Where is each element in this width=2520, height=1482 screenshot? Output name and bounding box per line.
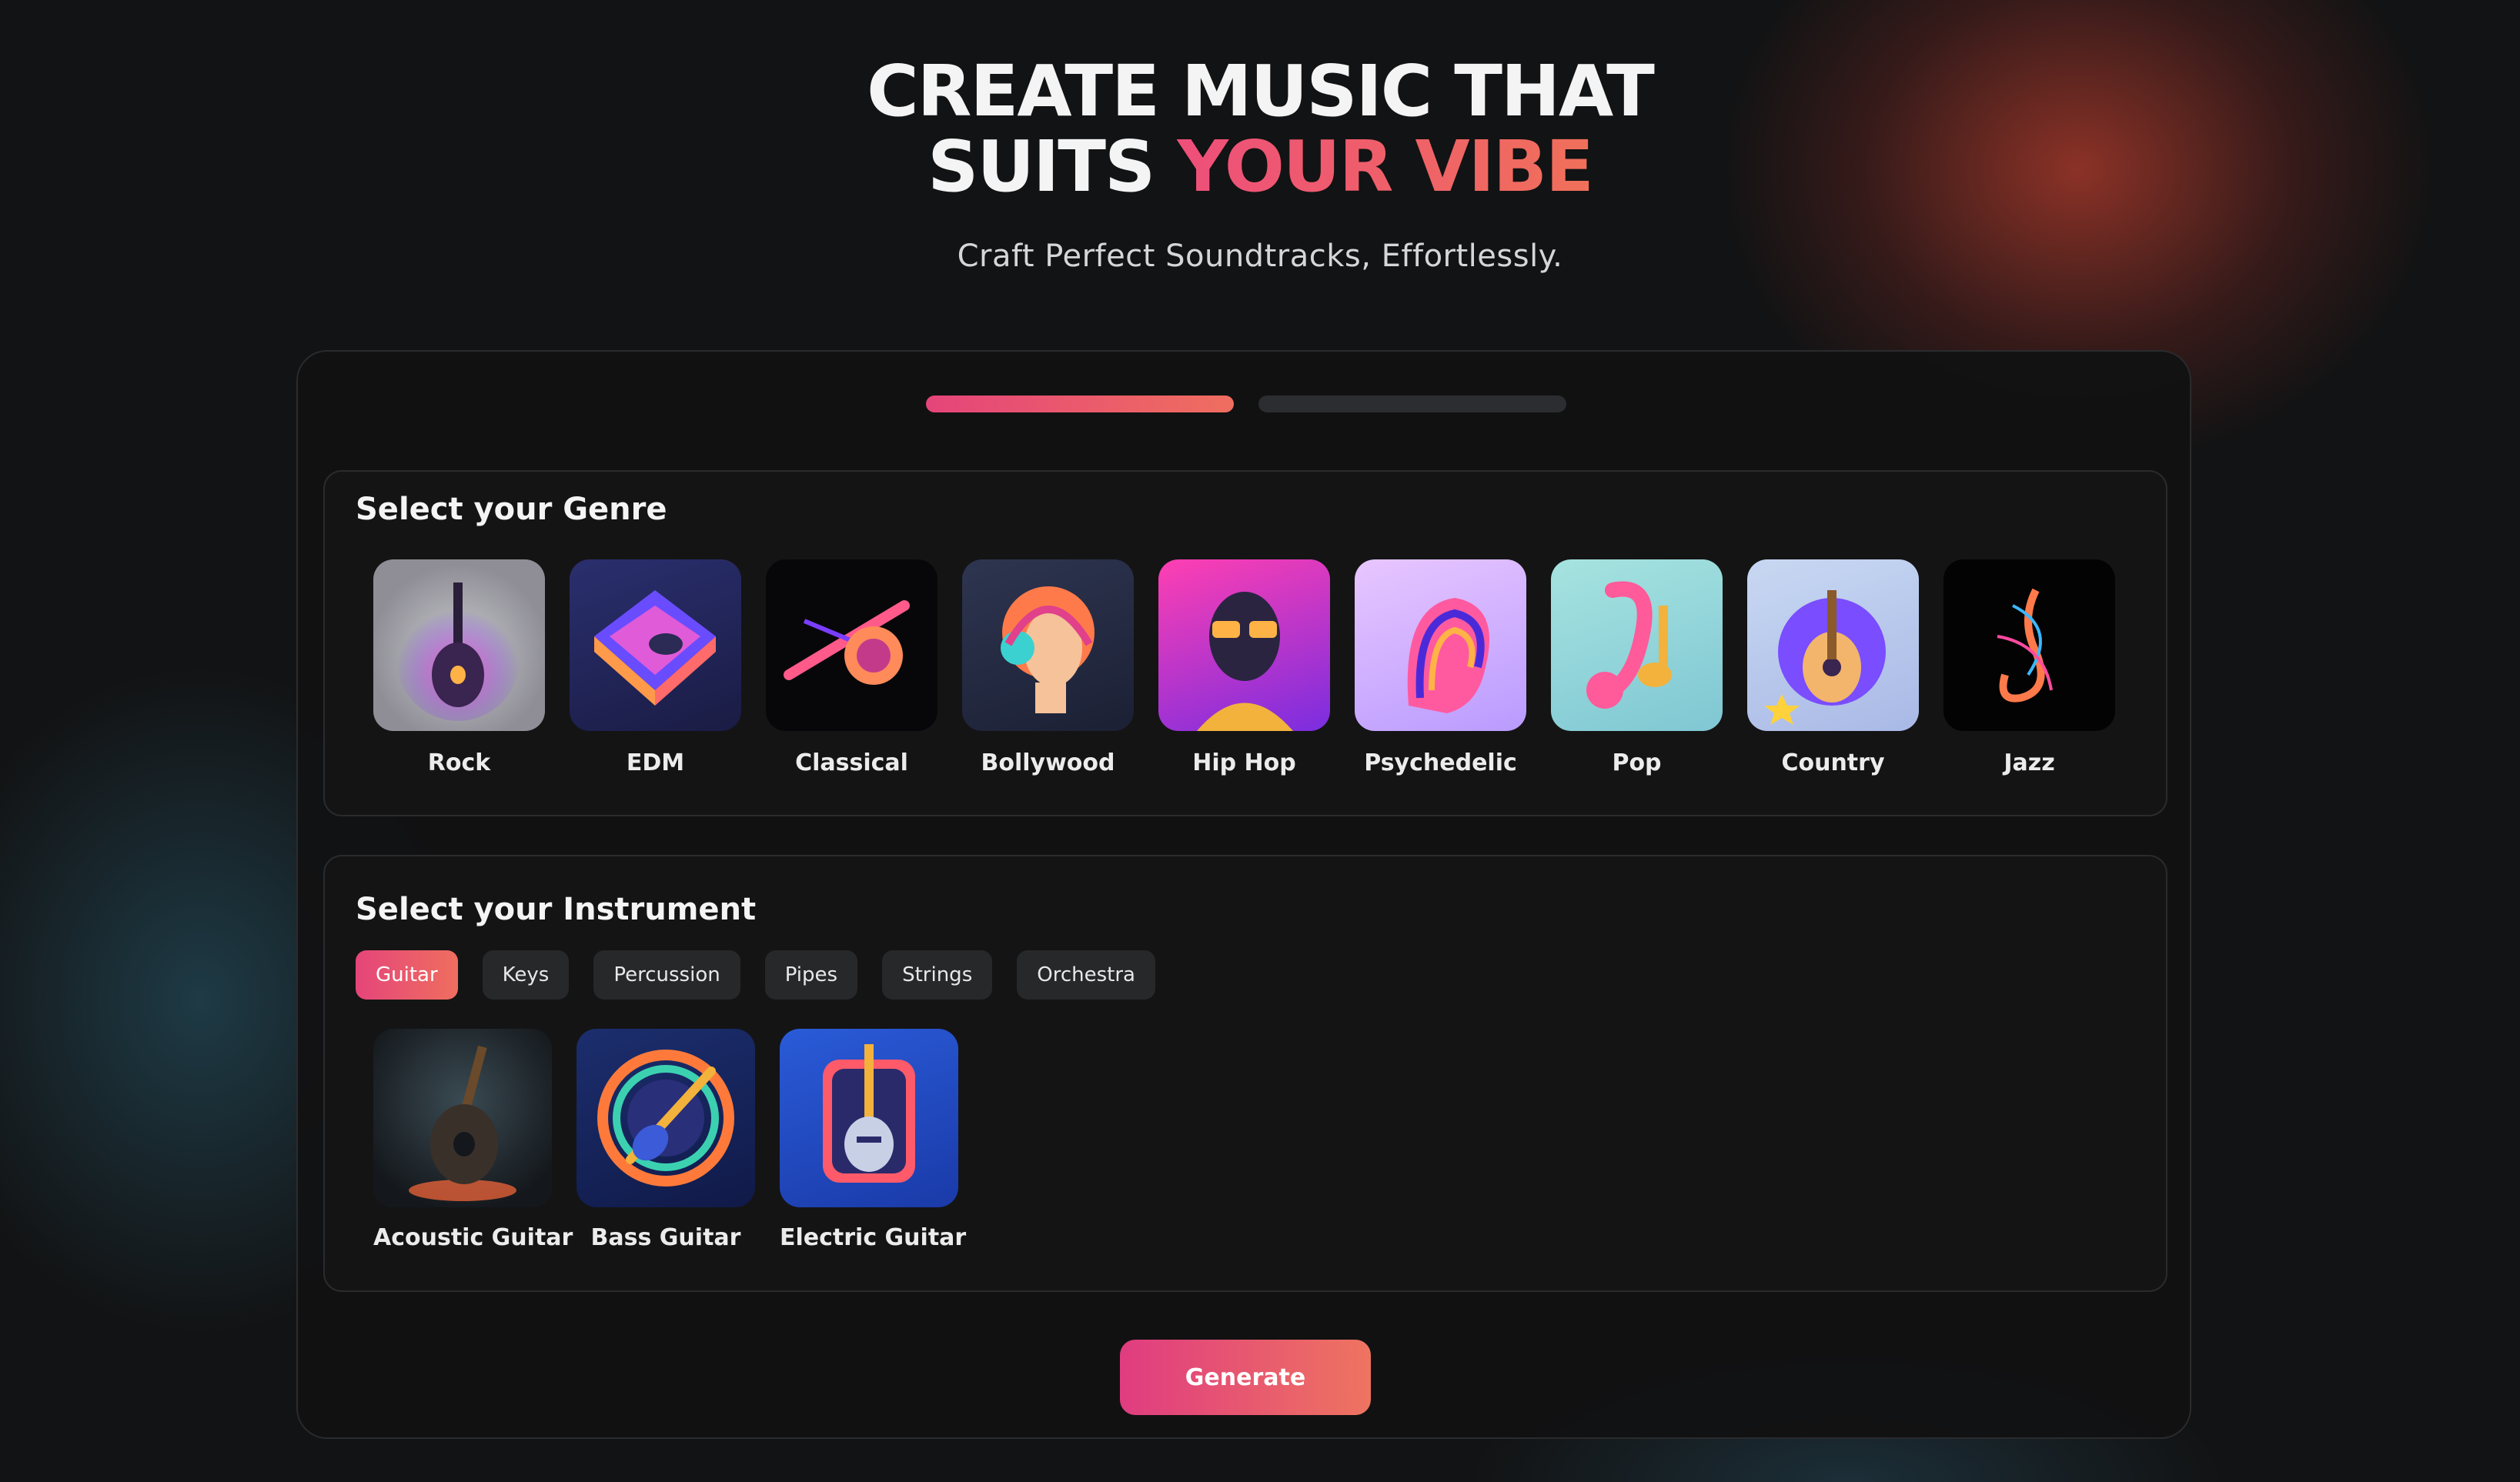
genre-tile-jazz[interactable]: Jazz: [1943, 559, 2115, 776]
instrument-tile-bass-guitar[interactable]: Bass Guitar: [577, 1029, 755, 1251]
classical-violin-icon: [766, 559, 937, 731]
instrument-label: Acoustic Guitar: [373, 1224, 573, 1251]
genre-list: Rock EDM Classical Bollywood Hip Hop Psy…: [373, 559, 2115, 776]
step-progress: [926, 396, 1566, 412]
tab-strings[interactable]: Strings: [882, 950, 993, 1000]
instrument-panel: Select your Instrument Guitar Keys Percu…: [323, 855, 2167, 1292]
page-subtitle: Craft Perfect Soundtracks, Effortlessly.: [957, 239, 1563, 274]
hiphop-sunglasses-icon: [1158, 559, 1330, 731]
genre-tile-classical[interactable]: Classical: [766, 559, 937, 776]
wizard-card: Select your Genre Rock EDM Classical Bol…: [296, 350, 2191, 1439]
instrument-list: Acoustic Guitar Bass Guitar Electric Gui…: [373, 1029, 967, 1251]
page-title: CREATE MUSIC THAT SUITS YOUR VIBE: [0, 54, 2520, 205]
instrument-tile-acoustic-guitar[interactable]: Acoustic Guitar: [373, 1029, 573, 1251]
instrument-label: Electric Guitar: [780, 1224, 967, 1251]
genre-label: Pop: [1612, 749, 1662, 776]
tab-percussion[interactable]: Percussion: [593, 950, 740, 1000]
electric-guitar-icon: [780, 1029, 958, 1207]
progress-step-1: [926, 396, 1234, 412]
bass-guitar-icon: [577, 1029, 755, 1207]
genre-tile-rock[interactable]: Rock: [373, 559, 545, 776]
psychedelic-head-icon: [1355, 559, 1526, 731]
progress-step-2: [1258, 396, 1566, 412]
tab-pipes[interactable]: Pipes: [764, 950, 858, 1000]
tab-orchestra[interactable]: Orchestra: [1017, 950, 1155, 1000]
genre-title: Select your Genre: [356, 492, 667, 527]
hero: CREATE MUSIC THAT SUITS YOUR VIBE Craft …: [0, 54, 2520, 275]
genre-tile-edm[interactable]: EDM: [570, 559, 741, 776]
tab-guitar[interactable]: Guitar: [356, 950, 458, 1000]
rock-guitar-icon: [373, 559, 545, 731]
genre-label: Classical: [795, 749, 908, 776]
genre-label: Country: [1781, 749, 1885, 776]
genre-tile-hiphop[interactable]: Hip Hop: [1158, 559, 1330, 776]
bollywood-headphones-icon: [962, 559, 1134, 731]
instrument-tile-electric-guitar[interactable]: Electric Guitar: [780, 1029, 967, 1251]
genre-tile-country[interactable]: Country: [1747, 559, 1919, 776]
tab-keys[interactable]: Keys: [482, 950, 570, 1000]
generate-button[interactable]: Generate: [1120, 1340, 1371, 1415]
genre-label: Jazz: [2004, 749, 2055, 776]
pop-music-note-icon: [1551, 559, 1723, 731]
genre-tile-bollywood[interactable]: Bollywood: [962, 559, 1134, 776]
instrument-category-tabs: Guitar Keys Percussion Pipes Strings Orc…: [356, 950, 1155, 1000]
country-guitar-icon: [1747, 559, 1919, 731]
title-line-1: CREATE MUSIC THAT: [867, 50, 1655, 132]
genre-panel: Select your Genre Rock EDM Classical Bol…: [323, 470, 2167, 816]
title-accent: YOUR VIBE: [1177, 125, 1594, 208]
genre-label: Hip Hop: [1192, 749, 1296, 776]
genre-label: Bollywood: [981, 749, 1115, 776]
acoustic-guitar-icon: [373, 1029, 552, 1207]
title-line-2: SUITS: [927, 125, 1178, 208]
genre-label: Psychedelic: [1364, 749, 1517, 776]
genre-tile-psychedelic[interactable]: Psychedelic: [1355, 559, 1526, 776]
jazz-saxophone-icon: [1943, 559, 2115, 731]
instrument-title: Select your Instrument: [356, 892, 757, 927]
genre-label: Rock: [427, 749, 491, 776]
genre-tile-pop[interactable]: Pop: [1551, 559, 1723, 776]
genre-label: EDM: [626, 749, 685, 776]
instrument-label: Bass Guitar: [590, 1224, 741, 1251]
edm-turntable-icon: [570, 559, 741, 731]
